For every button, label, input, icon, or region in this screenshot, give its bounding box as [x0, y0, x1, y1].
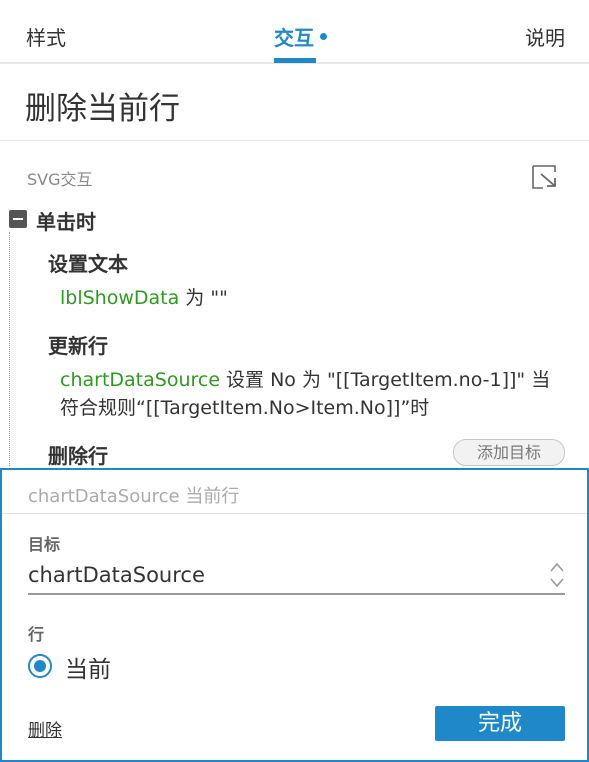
target-select-value: chartDataSource	[28, 563, 205, 587]
target-label: 目标	[28, 535, 61, 554]
minus-icon[interactable]	[9, 210, 27, 228]
active-tab-underline	[274, 58, 316, 63]
action-title[interactable]: 更新行	[48, 330, 108, 359]
editor-header-text: chartDataSource 当前行	[28, 486, 240, 507]
action-title[interactable]: 删除行	[48, 440, 108, 469]
tree-connector-line	[9, 232, 10, 466]
event-label[interactable]: 单击时	[36, 206, 96, 235]
tab-indicator-dot	[320, 33, 327, 40]
action-description: 为 ""	[179, 287, 228, 309]
delete-link[interactable]: 删除	[28, 716, 62, 741]
action-detail[interactable]: chartDataSource 设置 No 为 "[[TargetItem.no…	[60, 366, 560, 422]
interaction-name-area: 删除当前行	[0, 65, 589, 141]
interaction-title[interactable]: 删除当前行	[25, 83, 180, 128]
collapse-arrow-icon[interactable]	[531, 164, 559, 190]
row-current-label: 当前	[65, 657, 111, 683]
done-button[interactable]: 完成	[435, 706, 565, 741]
tab-notes[interactable]: 说明	[525, 22, 565, 51]
radio-selected-icon	[28, 654, 52, 678]
action-detail[interactable]: lblShowData 为 ""	[60, 284, 228, 312]
action-editor-panel: chartDataSource 当前行 目标 chartDataSource 行…	[0, 468, 589, 762]
action-target: chartDataSource	[60, 369, 221, 391]
action-title[interactable]: 设置文本	[48, 248, 128, 277]
tab-style[interactable]: 样式	[26, 22, 66, 51]
add-target-button[interactable]: 添加目标	[453, 439, 565, 466]
action-target: lblShowData	[60, 287, 180, 309]
tab-bar: 样式 交互 说明	[0, 0, 589, 64]
editor-header: chartDataSource 当前行	[2, 470, 587, 514]
chevron-up-down-icon	[549, 559, 565, 591]
row-label: 行	[28, 625, 45, 644]
tab-interactions[interactable]: 交互	[274, 22, 314, 51]
section-label: SVG交互	[27, 170, 93, 189]
target-select[interactable]: chartDataSource	[28, 559, 565, 595]
